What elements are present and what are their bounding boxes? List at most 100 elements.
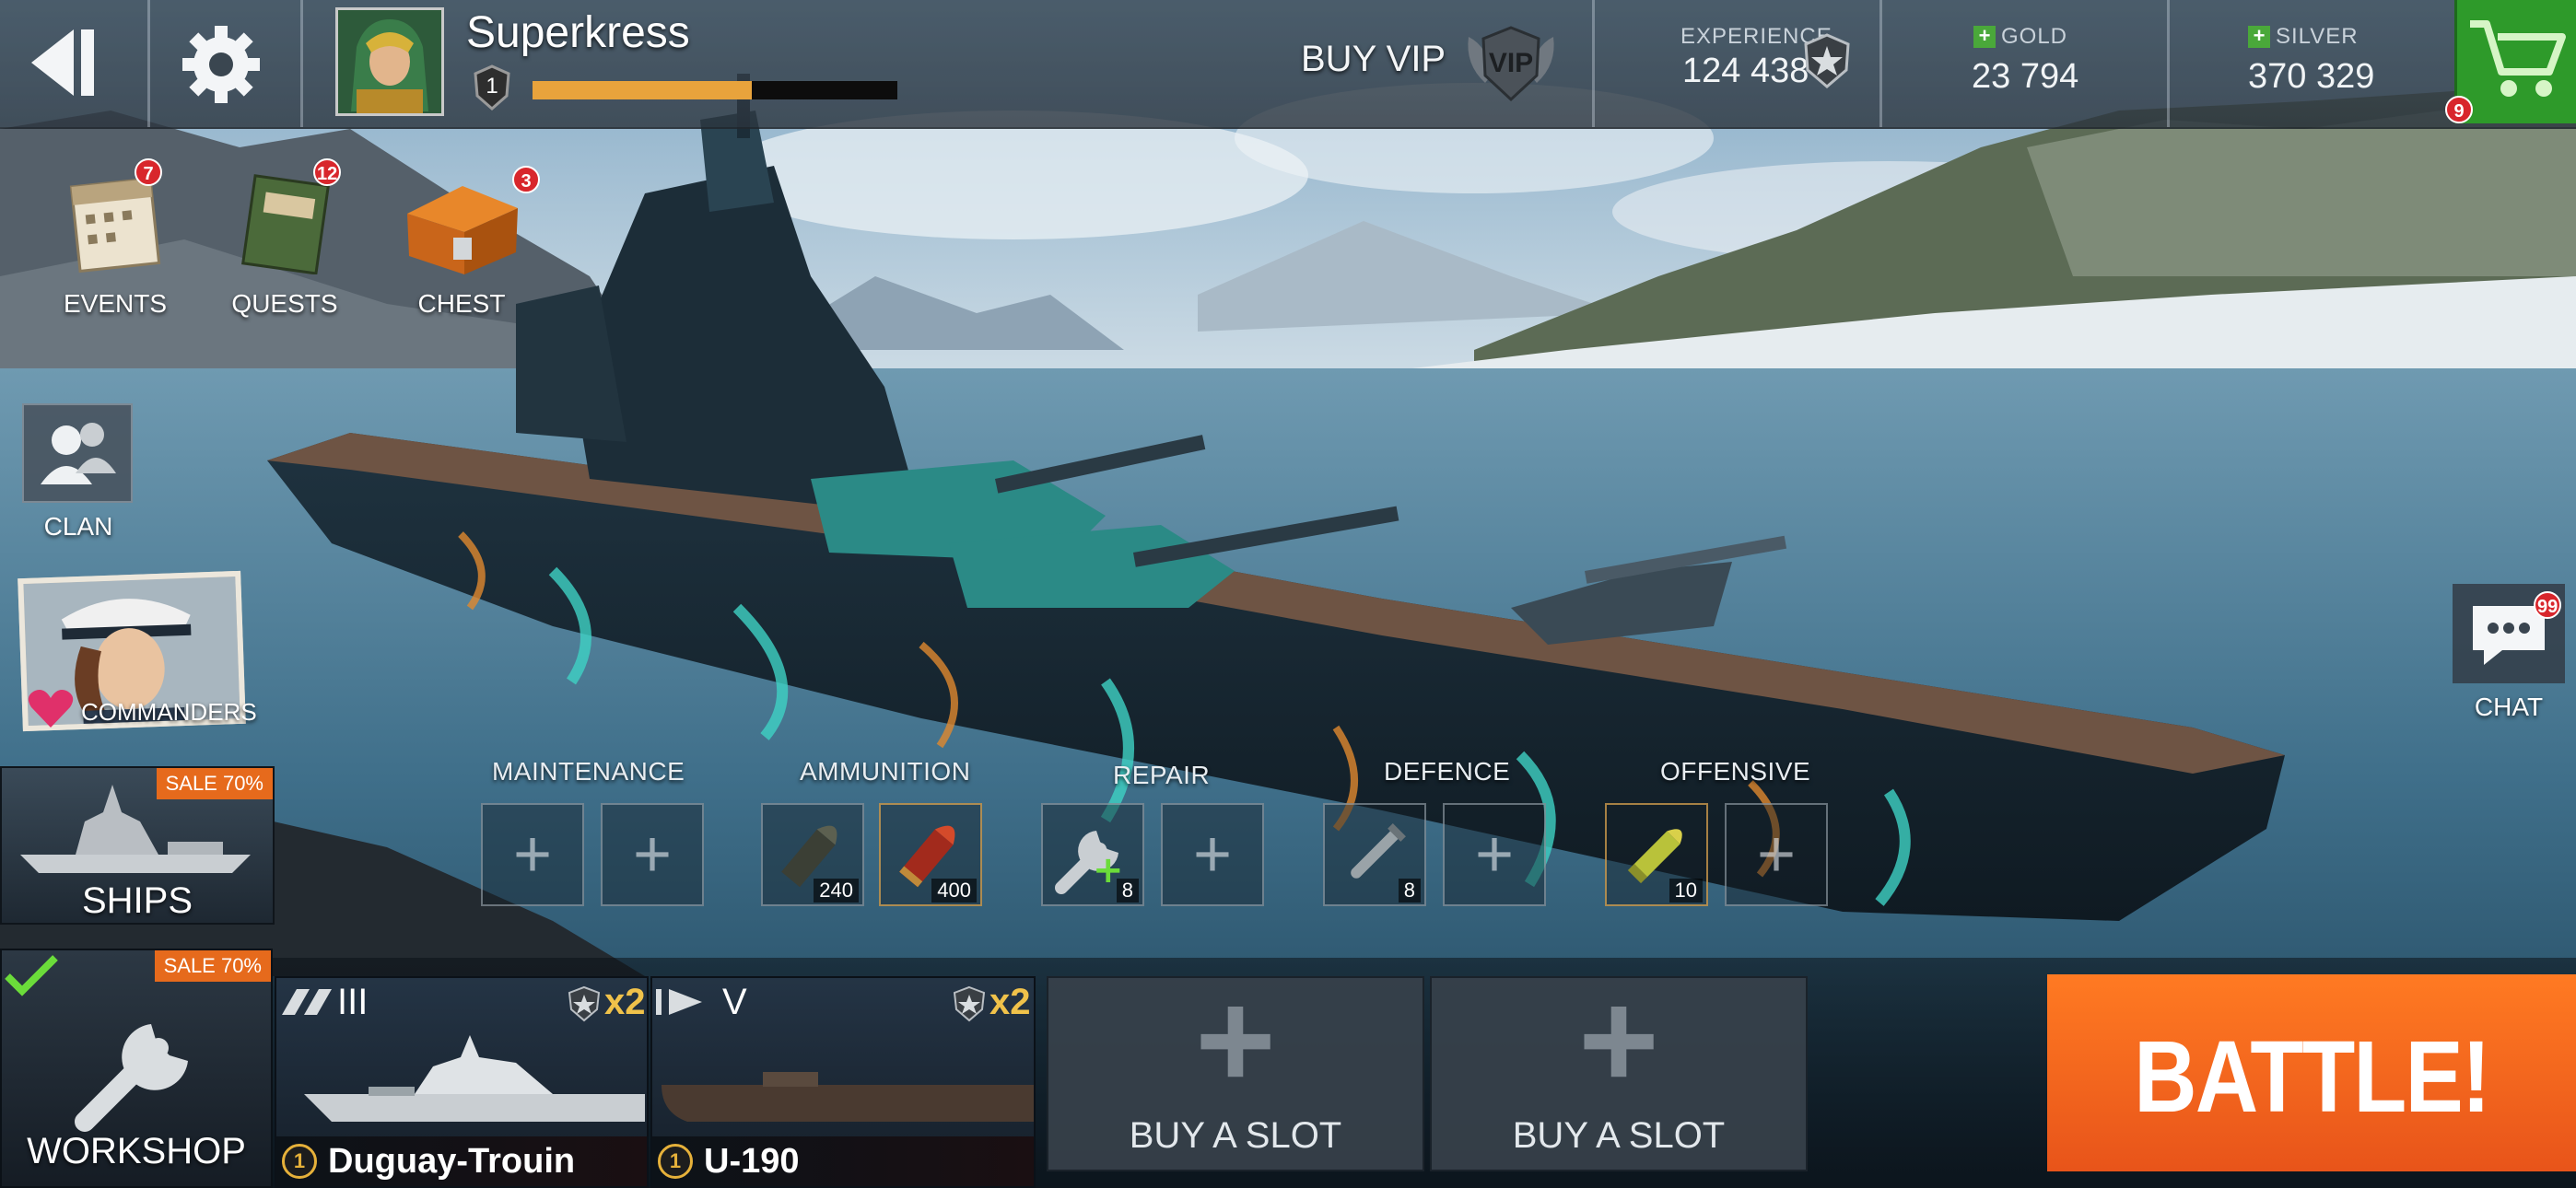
- ship-name: U-190: [704, 1142, 800, 1181]
- people-icon: [41, 423, 116, 484]
- shopping-cart-icon: [2470, 20, 2566, 97]
- ship-level-value: 1: [669, 1149, 682, 1172]
- commanders-label: COMMANDERS: [81, 698, 257, 726]
- tier-chevrons-icon: [656, 989, 702, 1015]
- ship-name: Duguay-Trouin: [328, 1142, 576, 1181]
- ship-name-bar: 1 Duguay-Trouin: [276, 1136, 647, 1186]
- ship-name-bar: 1 U-190: [652, 1136, 1034, 1186]
- repair-label: REPAIR: [1113, 761, 1211, 789]
- player-name: Superkress: [466, 8, 690, 57]
- ship-card-u-190[interactable]: V x2 1 U-190: [650, 976, 1036, 1188]
- back-icon: [31, 29, 94, 96]
- defence-count: 8: [1398, 879, 1421, 903]
- player-level-badge: 1: [472, 64, 512, 111]
- add-icon: +: [1756, 818, 1797, 891]
- commanders-button[interactable]: COMMANDERS: [18, 570, 257, 732]
- events-button[interactable]: 7 EVENTS: [57, 158, 177, 324]
- offensive-slot-1[interactable]: 10: [1605, 803, 1708, 906]
- shop-button[interactable]: [2454, 0, 2576, 123]
- offensive-slot-2[interactable]: +: [1725, 803, 1828, 906]
- gold-value: 23 794: [1972, 57, 2079, 96]
- ammunition-label: AMMUNITION: [800, 757, 971, 786]
- workshop-sale-badge: SALE 70%: [154, 950, 271, 982]
- repair-slot-2[interactable]: +: [1161, 803, 1264, 906]
- repair-count: 8: [1116, 879, 1139, 903]
- silver-label: SILVER: [2276, 24, 2359, 49]
- offensive-label: OFFENSIVE: [1660, 757, 1811, 786]
- add-icon: +: [1474, 818, 1515, 891]
- ammunition-slot-he[interactable]: 400: [879, 803, 982, 906]
- quests-button[interactable]: 12 QUESTS: [227, 158, 346, 324]
- ammunition-ap-count: 240: [814, 879, 859, 903]
- add-icon: +: [512, 818, 553, 891]
- vip-badge-text: VIP: [1488, 48, 1534, 78]
- chest-label: CHEST: [417, 289, 506, 318]
- wrench-icon: [75, 1024, 188, 1132]
- offensive-count: 10: [1669, 879, 1703, 903]
- ship-level-value: 1: [293, 1149, 306, 1172]
- buy-vip-button[interactable]: BUY VIP: [1301, 39, 1446, 80]
- add-icon: +: [1578, 961, 1659, 1117]
- repair-slot-1[interactable]: + 8: [1041, 803, 1144, 906]
- ship-tier: V: [722, 982, 747, 1022]
- maintenance-label: MAINTENANCE: [492, 757, 685, 786]
- player-avatar[interactable]: [335, 7, 444, 116]
- buy-slot-button-1[interactable]: + BUY A SLOT: [1047, 971, 1424, 1171]
- workshop-button[interactable]: SALE 70% WORKSHOP: [0, 949, 273, 1188]
- ships-sale-badge: SALE 70%: [156, 768, 273, 799]
- ship-image: [304, 1035, 645, 1122]
- add-icon: +: [1195, 961, 1276, 1117]
- tier-chevrons-icon: [282, 989, 332, 1015]
- ships-button[interactable]: SALE 70% SHIPS: [0, 766, 275, 925]
- buy-slot-label: BUY A SLOT: [1512, 1115, 1726, 1156]
- buy-slot-button-2[interactable]: + BUY A SLOT: [1430, 971, 1808, 1171]
- ammunition-slot-ap[interactable]: 240: [761, 803, 864, 906]
- events-label: EVENTS: [63, 289, 168, 318]
- quests-badge: 12: [313, 158, 342, 186]
- submarine-image: [662, 1072, 1034, 1122]
- xp-progress-fill: [533, 81, 752, 99]
- top-bar: Superkress 1 BUY VIP VIP EXPERIENCE 124 …: [0, 0, 2576, 129]
- chest-button[interactable]: 3 CHEST: [394, 158, 540, 324]
- workshop-label: WORKSHOP: [27, 1131, 246, 1171]
- chat-label: CHAT: [2474, 693, 2544, 721]
- clan-button[interactable]: CLAN: [20, 403, 136, 551]
- heart-icon: [28, 690, 74, 728]
- silver-value: 370 329: [2248, 57, 2375, 96]
- battle-button[interactable]: BATTLE!: [2047, 974, 2576, 1171]
- chat-badge: 99: [2534, 591, 2562, 619]
- add-icon: +: [1192, 818, 1233, 891]
- player-level-value: 1: [486, 74, 498, 99]
- ship-card-duguay-trouin[interactable]: III x2 1 Duguay-Trouin: [275, 976, 649, 1188]
- add-gold-button[interactable]: +: [1973, 26, 1996, 48]
- xp-progress-bar: [533, 81, 897, 99]
- ship-level-badge: 1: [282, 1144, 317, 1179]
- quests-label: QUESTS: [231, 289, 338, 318]
- maintenance-slot-2[interactable]: +: [601, 803, 704, 906]
- xp-boost-star-icon: [568, 985, 601, 1022]
- add-silver-button[interactable]: +: [2248, 26, 2270, 48]
- checkmark-icon: [5, 955, 58, 996]
- shop-badge: 9: [2445, 96, 2473, 123]
- defence-slot-1[interactable]: 8: [1323, 803, 1426, 906]
- ship-multiplier: x2: [989, 982, 1031, 1022]
- defence-slot-2[interactable]: +: [1443, 803, 1546, 906]
- events-badge: 7: [135, 158, 162, 186]
- gold-label: GOLD: [2001, 24, 2068, 49]
- buy-slot-label: BUY A SLOT: [1129, 1115, 1342, 1156]
- ammunition-he-count: 400: [931, 879, 977, 903]
- xp-boost-star-icon: [953, 985, 986, 1022]
- clan-label: CLAN: [43, 512, 113, 541]
- vip-emblem[interactable]: VIP: [1461, 18, 1561, 111]
- settings-button[interactable]: [175, 18, 267, 111]
- ships-label: SHIPS: [81, 880, 193, 921]
- defence-label: DEFENCE: [1384, 757, 1511, 786]
- back-button[interactable]: [18, 17, 120, 109]
- chest-badge: 3: [512, 166, 540, 193]
- gear-icon: [182, 26, 260, 103]
- chat-button[interactable]: 99 CHAT: [2449, 584, 2569, 731]
- treasure-chest-icon: [407, 186, 518, 274]
- ship-level-badge: 1: [658, 1144, 693, 1179]
- maintenance-slot-1[interactable]: +: [481, 803, 584, 906]
- experience-star-icon: [1802, 33, 1852, 88]
